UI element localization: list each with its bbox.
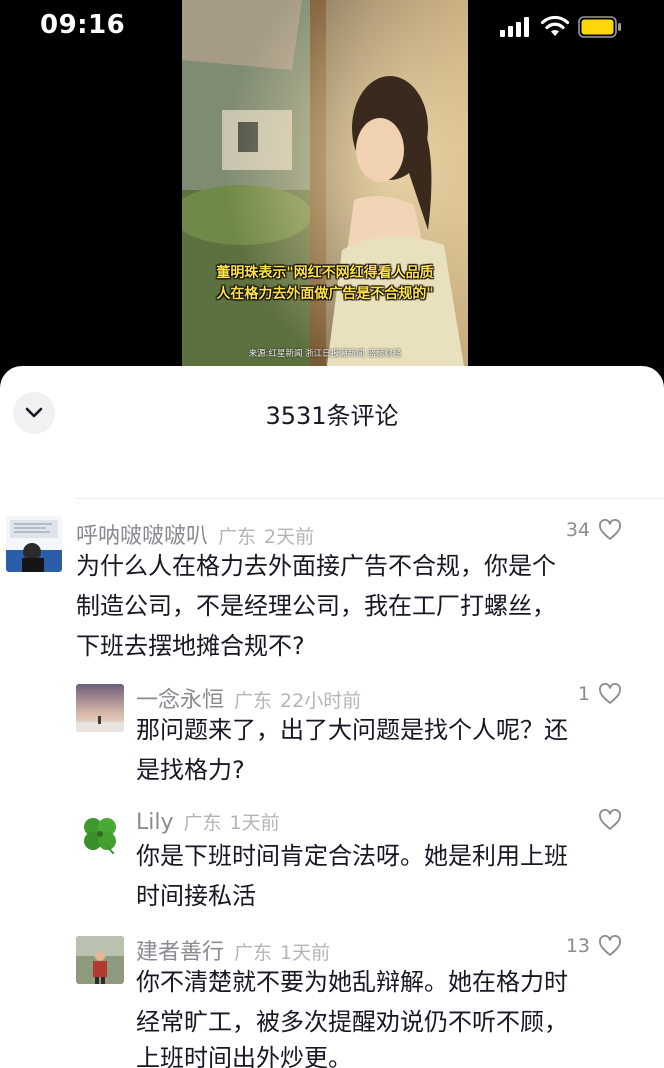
- comment-text-line: 为什么人在格力去外面接广告不合规，你是个: [76, 552, 556, 580]
- comment-text-line: 制造公司，不是经理公司，我在工厂打螺丝，: [76, 592, 556, 620]
- cellular-signal-icon: [500, 17, 529, 37]
- reply-text-line: 那问题来了，出了大问题是找个人呢？还: [136, 716, 568, 744]
- reply-text-line: 时间接私活: [136, 882, 256, 910]
- reply-text-line: 上班时间出外炒更。: [136, 1044, 352, 1068]
- comments-sheet: 3531条评论 呼呐啵啵啵叭 广东 2天前 34 为什么人在格力去外面接广告不合…: [0, 366, 664, 1068]
- clover-avatar[interactable]: [76, 810, 124, 858]
- heart-icon: [599, 935, 621, 956]
- like-count: 13: [565, 935, 590, 957]
- heart-icon: [599, 519, 621, 540]
- reply-location: 广东: [183, 812, 222, 834]
- wifi-icon: [540, 15, 570, 36]
- like-button[interactable]: 13: [566, 935, 622, 957]
- video-caption-line2: 人在格力去外面做广告是不合规的": [216, 286, 434, 302]
- person-photo-avatar[interactable]: [76, 936, 124, 984]
- heart-icon: [599, 809, 621, 830]
- reply-time: 1天前: [229, 812, 280, 834]
- like-button[interactable]: [590, 809, 622, 831]
- comment-text-line: 下班去摆地摊合规不?: [76, 632, 305, 660]
- reply-text-line: 你是下班时间肯定合法呀。她是利用上班: [136, 842, 568, 870]
- heart-icon: [599, 683, 621, 704]
- video-source-credit: 来源:红星新闻 浙江日报潮新闻 蓝鲸财经: [248, 349, 402, 359]
- battery-icon: [578, 16, 621, 38]
- reply-username[interactable]: Lily: [136, 810, 174, 835]
- reply-time: 22小时前: [280, 690, 362, 712]
- divider: [76, 498, 664, 499]
- comment-time: 2天前: [264, 526, 315, 548]
- landscape-avatar[interactable]: [76, 684, 124, 732]
- comment-location: 广东: [218, 526, 257, 548]
- user-photo-avatar[interactable]: [6, 516, 62, 572]
- status-time: 09:16: [40, 10, 126, 40]
- comments-count-title: 3531条评论: [265, 402, 399, 430]
- reply-location: 广东: [234, 942, 273, 964]
- like-button[interactable]: 34: [566, 519, 622, 541]
- reply-text-line: 是找格力?: [136, 756, 245, 784]
- like-button[interactable]: 1: [578, 683, 622, 705]
- like-count: 1: [577, 683, 590, 705]
- reply-text-line: 你不清楚就不要为她乱辩解。她在格力时: [136, 968, 568, 996]
- status-bar: 09:16: [0, 0, 664, 56]
- reply-location: 广东: [234, 690, 273, 712]
- video-player[interactable]: 董明珠表示"网红不网红得看人品质 人在格力去外面做广告是不合规的" 来源:红星新…: [0, 0, 664, 380]
- reply-time: 1天前: [280, 942, 331, 964]
- reply-meta: Lily 广东 1天前: [136, 808, 280, 835]
- like-count: 34: [565, 519, 590, 541]
- reply-text-line: 经常旷工，被多次提醒劝说仍不听不顾，: [136, 1008, 568, 1036]
- video-caption-line1: 董明珠表示"网红不网红得看人品质: [216, 265, 434, 281]
